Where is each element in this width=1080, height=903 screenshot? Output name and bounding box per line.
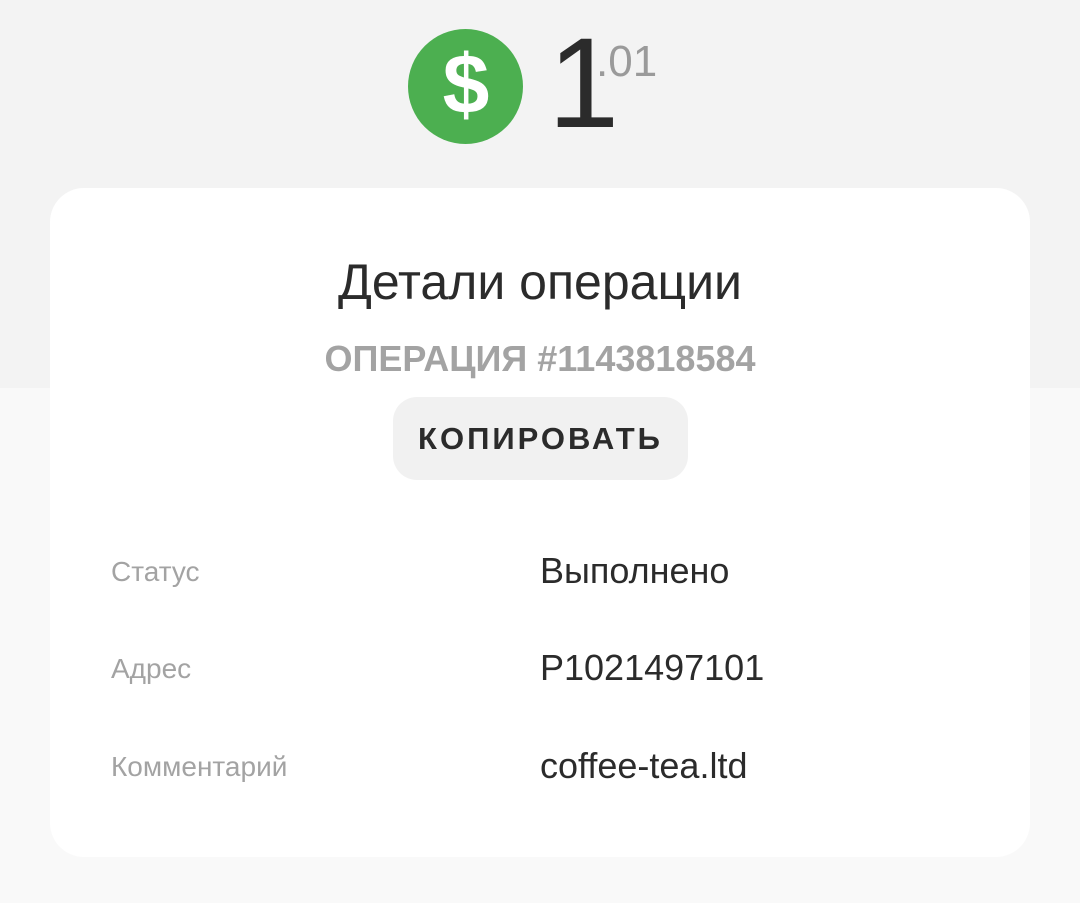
- status-label: Статус: [111, 556, 200, 587]
- status-value: Выполнено: [540, 550, 730, 591]
- address-value: P1021497101: [540, 647, 765, 688]
- operation-number: ОПЕРАЦИЯ #1143818584: [324, 338, 756, 379]
- comment-label: Комментарий: [111, 751, 288, 782]
- comment-value: coffee-tea.ltd: [540, 745, 748, 786]
- amount-header: $ 1 .01: [0, 0, 1080, 160]
- address-label: Адрес: [111, 653, 192, 684]
- amount-fraction: .01: [596, 37, 658, 86]
- dollar-icon: $: [408, 29, 523, 144]
- copy-button[interactable]: КОПИРОВАТЬ: [393, 397, 688, 480]
- card-title: Детали операции: [338, 254, 742, 310]
- svg-text:$: $: [442, 47, 489, 127]
